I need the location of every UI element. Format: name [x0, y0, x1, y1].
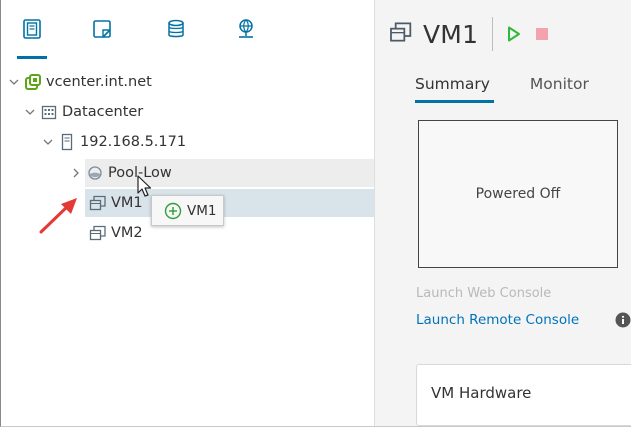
- stop-icon: [536, 28, 549, 40]
- launch-web-console-link[interactable]: Launch Web Console: [416, 286, 551, 301]
- card-title: VM Hardware: [431, 384, 532, 402]
- tree-item-vcenter[interactable]: vcenter.int.net: [1, 68, 374, 96]
- tree-item-pool-low[interactable]: Pool-Low: [73, 159, 374, 187]
- console-preview[interactable]: Powered Off: [418, 120, 618, 268]
- tree-item-host[interactable]: 192.168.5.171: [1, 128, 374, 156]
- tree-item-vm1[interactable]: VM1: [85, 189, 374, 217]
- navigator-tabs: [1, 0, 374, 60]
- power-off-button[interactable]: [535, 27, 549, 41]
- mouse-pointer-icon: [137, 175, 152, 197]
- summary-tabs: Summary Monitor: [415, 75, 629, 103]
- chevron-down-icon[interactable]: [23, 105, 37, 119]
- vm-icon: [389, 20, 413, 48]
- tree-item-label: VM2: [111, 225, 143, 241]
- chevron-down-icon[interactable]: [41, 135, 55, 149]
- tree-item-label: vcenter.int.net: [46, 74, 152, 90]
- storage-icon: [168, 19, 184, 38]
- vm-icon: [89, 224, 107, 242]
- tab-networking[interactable]: [229, 18, 263, 48]
- vcenter-icon: [24, 73, 42, 91]
- header-divider: [492, 17, 494, 51]
- tab-vms-templates[interactable]: [85, 18, 119, 48]
- power-on-button[interactable]: [507, 26, 521, 42]
- vm-hardware-card[interactable]: VM Hardware: [416, 364, 631, 426]
- tab-storage[interactable]: [159, 18, 193, 48]
- tab-hosts-clusters[interactable]: [15, 18, 49, 59]
- tree-item-label: Datacenter: [62, 104, 144, 120]
- chevron-right-icon[interactable]: [69, 166, 83, 180]
- hosts-clusters-icon: [23, 19, 41, 39]
- inventory-navigator: vcenter.int.net Datacenter 192.168.5.171…: [1, 0, 374, 426]
- power-state-text: Powered Off: [475, 186, 561, 202]
- tree-item-datacenter[interactable]: Datacenter: [1, 98, 374, 126]
- tree-item-vm2[interactable]: VM2: [85, 219, 374, 247]
- plus-circle-icon: [164, 202, 182, 220]
- resource-pool-icon: [86, 164, 104, 182]
- page-title: VM1: [423, 19, 479, 49]
- vms-templates-icon: [93, 20, 111, 38]
- networking-icon: [239, 19, 253, 38]
- play-icon: [508, 26, 521, 42]
- drag-ghost-label: VM1: [187, 202, 217, 219]
- tab-monitor[interactable]: Monitor: [530, 75, 589, 101]
- tab-summary[interactable]: Summary: [415, 75, 494, 103]
- launch-remote-console-link[interactable]: Launch Remote Console: [416, 312, 579, 328]
- info-icon[interactable]: [615, 312, 631, 332]
- tree-item-label: 192.168.5.171: [80, 134, 187, 150]
- chevron-down-icon[interactable]: [7, 75, 21, 89]
- host-icon: [58, 133, 76, 151]
- drag-ghost: VM1: [151, 195, 224, 226]
- annotation-arrow-icon: [39, 198, 77, 234]
- vm-summary-pane: VM1 Summary Monitor Powered Off Launch W…: [374, 0, 631, 426]
- vm-header: VM1: [389, 17, 563, 51]
- vm-icon: [89, 194, 107, 212]
- datacenter-icon: [40, 103, 58, 121]
